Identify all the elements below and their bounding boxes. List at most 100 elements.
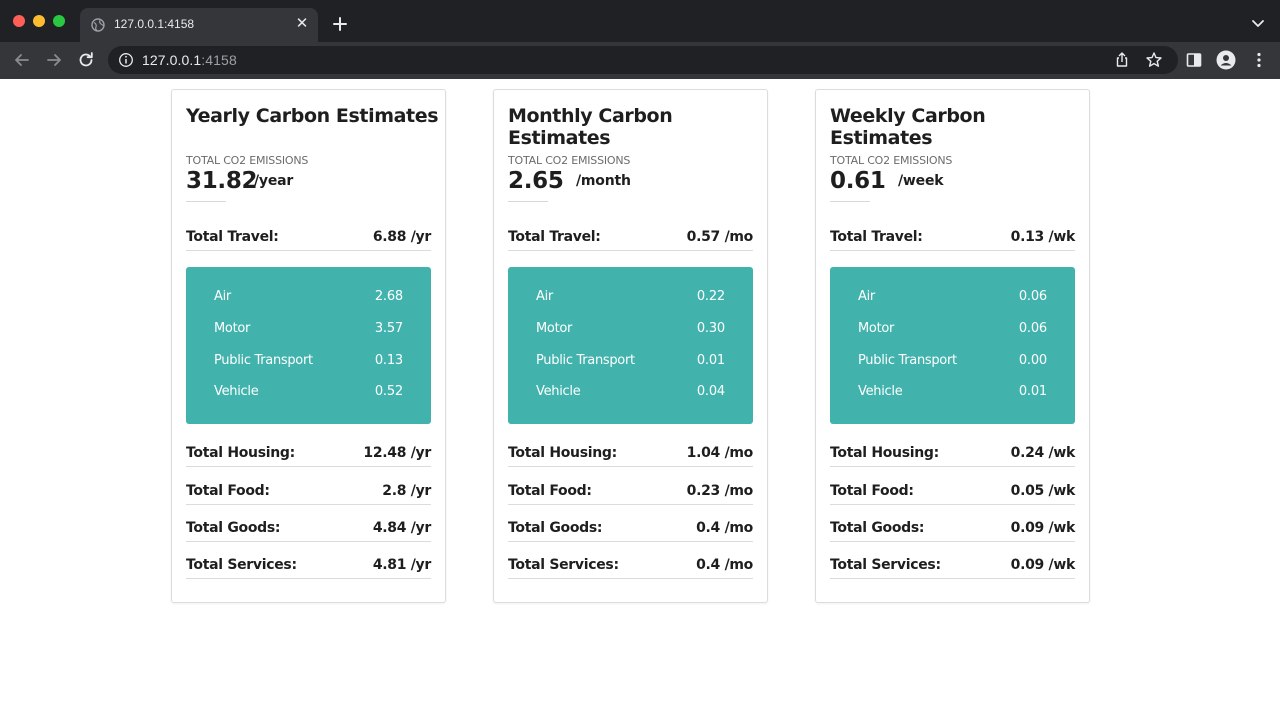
travel-breakdown: Air 0.06 Motor 0.06 Public Transport 0.0…	[830, 267, 1075, 424]
travel-item-air: Air 0.06	[858, 289, 1047, 309]
travel-item-value: 0.06	[1018, 289, 1047, 304]
travel-item-value: 0.06	[1018, 321, 1047, 336]
row-label: Total Housing:	[186, 445, 295, 461]
maximize-window-button[interactable]	[53, 15, 65, 27]
travel-item-public-transport: Public Transport 0.00	[858, 353, 1047, 373]
travel-item-air: Air 2.68	[214, 289, 403, 309]
travel-item-value: 0.13	[374, 353, 403, 368]
close-icon[interactable]: ✕	[294, 16, 310, 32]
card-title: Monthly Carbon Estimates	[508, 105, 673, 149]
globe-icon	[91, 18, 105, 32]
total-services-row: Total Services: 0.09 /wk	[830, 555, 1075, 579]
travel-item-label: Motor	[214, 321, 251, 336]
travel-item-public-transport: Public Transport 0.01	[536, 353, 725, 373]
total-emissions-label: TOTAL CO2 EMISSIONS	[508, 154, 631, 167]
row-label: Total Travel:	[508, 229, 601, 245]
travel-item-motor: Motor 3.57	[214, 321, 403, 341]
row-value: 4.84 /yr	[372, 520, 431, 536]
address-bar[interactable]: 127.0.0.1:4158	[108, 46, 1178, 74]
back-icon[interactable]	[12, 50, 32, 70]
plus-icon[interactable]	[330, 14, 350, 34]
travel-item-value: 3.57	[374, 321, 403, 336]
divider	[830, 201, 870, 202]
row-value: 0.4 /mo	[696, 557, 753, 573]
travel-item-value: 0.04	[696, 384, 725, 399]
travel-item-label: Air	[858, 289, 875, 304]
travel-item-value: 0.01	[1018, 384, 1047, 399]
travel-item-vehicle: Vehicle 0.04	[536, 384, 725, 404]
travel-item-label: Public Transport	[858, 353, 957, 368]
row-value: 1.04 /mo	[686, 445, 754, 461]
row-value: 6.88 /yr	[372, 229, 431, 245]
row-value: 0.09 /wk	[1010, 520, 1076, 536]
total-food-row: Total Food: 2.8 /yr	[186, 481, 431, 505]
row-label: Total Services:	[186, 557, 297, 573]
row-label: Total Housing:	[830, 445, 939, 461]
close-window-button[interactable]	[13, 15, 25, 27]
travel-item-label: Public Transport	[214, 353, 313, 368]
row-label: Total Food:	[186, 483, 270, 499]
travel-item-value: 0.30	[696, 321, 725, 336]
row-value: 4.81 /yr	[372, 557, 431, 573]
travel-item-value: 2.68	[374, 289, 403, 304]
travel-item-label: Motor	[858, 321, 895, 336]
total-housing-row: Total Housing: 0.24 /wk	[830, 443, 1075, 467]
weekly-estimate-card: Weekly Carbon Estimates TOTAL CO2 EMISSI…	[815, 89, 1090, 603]
total-emissions-unit: /month	[576, 173, 631, 189]
divider	[186, 201, 226, 202]
row-value: 0.09 /wk	[1010, 557, 1076, 573]
reload-icon[interactable]	[76, 50, 96, 70]
monthly-estimate-card: Monthly Carbon Estimates TOTAL CO2 EMISS…	[493, 89, 768, 603]
total-travel-row: Total Travel: 0.57 /mo	[508, 227, 753, 251]
travel-item-label: Motor	[536, 321, 573, 336]
travel-item-label: Air	[214, 289, 231, 304]
url-text: 127.0.0.1:4158	[142, 52, 237, 68]
url-host: 127.0.0.1	[142, 52, 202, 68]
travel-item-value: 0.00	[1018, 353, 1047, 368]
row-value: 12.48 /yr	[363, 445, 431, 461]
row-value: 0.05 /wk	[1010, 483, 1076, 499]
menu-icon[interactable]	[1250, 51, 1268, 69]
travel-item-label: Vehicle	[214, 384, 259, 399]
url-port: :4158	[201, 52, 237, 68]
total-goods-row: Total Goods: 0.09 /wk	[830, 518, 1075, 542]
profile-icon[interactable]	[1216, 50, 1236, 70]
travel-item-value: 0.52	[374, 384, 403, 399]
card-title: Yearly Carbon Estimates	[186, 105, 439, 127]
row-label: Total Services:	[508, 557, 619, 573]
total-services-row: Total Services: 4.81 /yr	[186, 555, 431, 579]
total-services-row: Total Services: 0.4 /mo	[508, 555, 753, 579]
total-emissions-unit: /week	[898, 173, 944, 189]
travel-breakdown: Air 0.22 Motor 0.30 Public Transport 0.0…	[508, 267, 753, 424]
total-food-row: Total Food: 0.05 /wk	[830, 481, 1075, 505]
star-icon[interactable]	[1145, 51, 1163, 69]
total-travel-row: Total Travel: 6.88 /yr	[186, 227, 431, 251]
row-label: Total Goods:	[508, 520, 603, 536]
sidebar-icon[interactable]	[1185, 51, 1203, 69]
tab-strip: 127.0.0.1:4158 ✕	[0, 0, 1280, 42]
share-icon[interactable]	[1113, 51, 1131, 69]
minimize-window-button[interactable]	[33, 15, 45, 27]
page-content: Yearly Carbon Estimates TOTAL CO2 EMISSI…	[0, 79, 1280, 720]
travel-item-label: Vehicle	[858, 384, 903, 399]
row-value: 2.8 /yr	[382, 483, 431, 499]
browser-chrome: 127.0.0.1:4158 ✕ 127.0.0.1:4158	[0, 0, 1280, 79]
total-goods-row: Total Goods: 4.84 /yr	[186, 518, 431, 542]
info-icon[interactable]	[118, 52, 134, 68]
tab-title: 127.0.0.1:4158	[114, 17, 195, 31]
row-value: 0.4 /mo	[696, 520, 753, 536]
row-label: Total Travel:	[186, 229, 279, 245]
travel-item-label: Public Transport	[536, 353, 635, 368]
travel-item-motor: Motor 0.06	[858, 321, 1047, 341]
row-label: Total Housing:	[508, 445, 617, 461]
row-value: 0.24 /wk	[1010, 445, 1076, 461]
yearly-estimate-card: Yearly Carbon Estimates TOTAL CO2 EMISSI…	[171, 89, 446, 603]
row-label: Total Food:	[830, 483, 914, 499]
travel-item-label: Vehicle	[536, 384, 581, 399]
total-emissions-label: TOTAL CO2 EMISSIONS	[830, 154, 953, 167]
row-value: 0.57 /mo	[686, 229, 754, 245]
browser-tab[interactable]: 127.0.0.1:4158 ✕	[80, 8, 318, 42]
travel-item-motor: Motor 0.30	[536, 321, 725, 341]
chevron-down-icon[interactable]	[1249, 14, 1267, 32]
forward-icon[interactable]	[44, 50, 64, 70]
